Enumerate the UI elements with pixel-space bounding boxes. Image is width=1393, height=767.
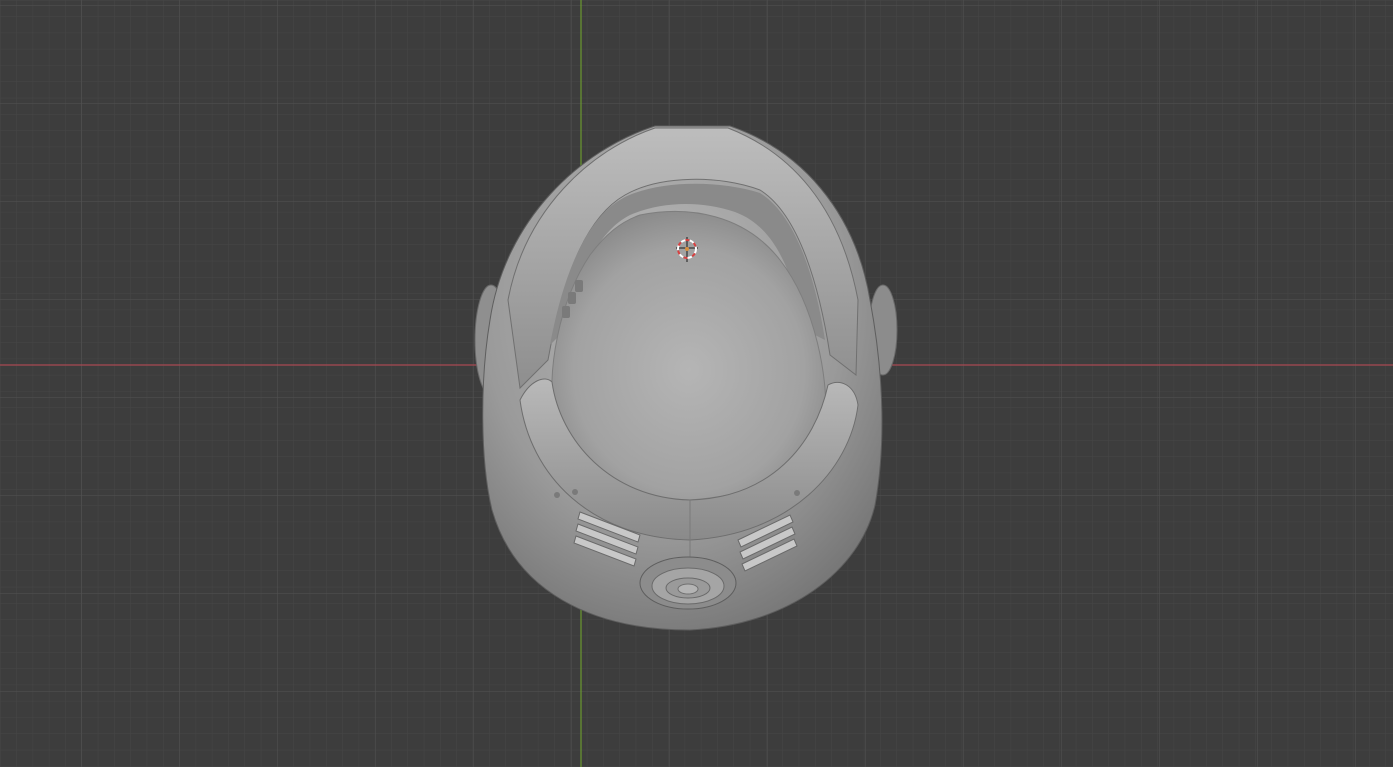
- right-rivets: [794, 490, 800, 496]
- front-filter: [639, 556, 737, 610]
- 3d-viewport[interactable]: [0, 0, 1393, 767]
- viewport-canvas[interactable]: [0, 0, 1393, 767]
